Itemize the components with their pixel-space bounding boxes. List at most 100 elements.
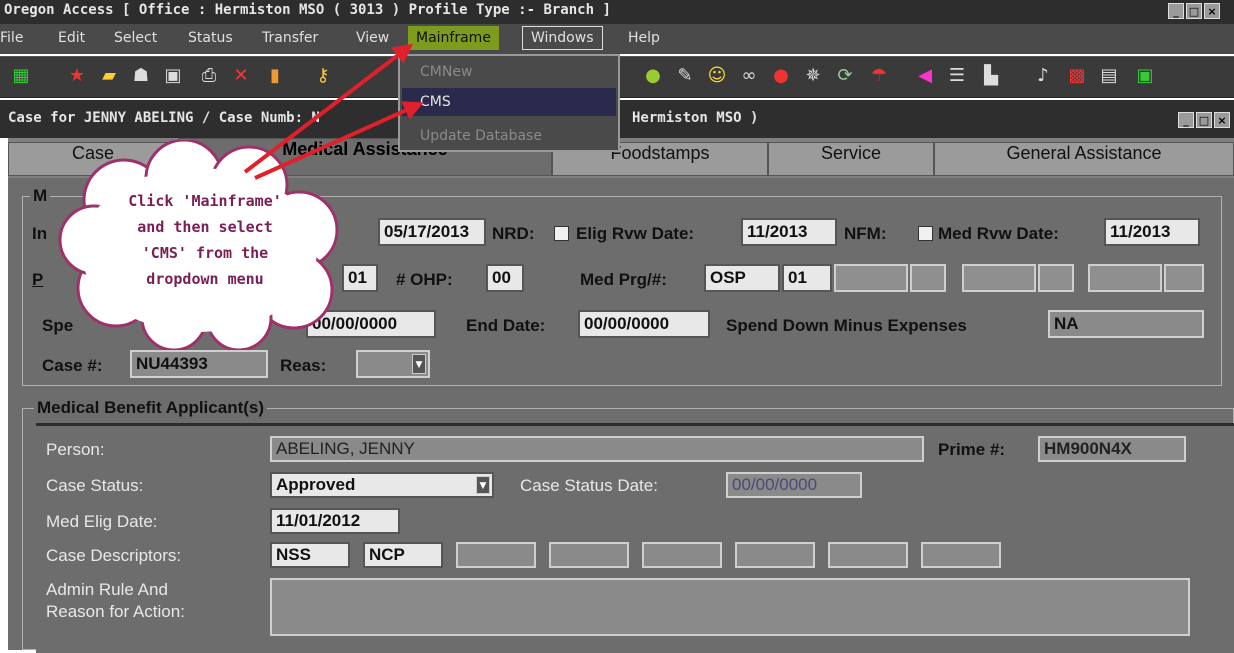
print-icon[interactable]: ⎙	[196, 63, 222, 89]
med-prg-extra-field[interactable]	[962, 264, 1036, 292]
med-elig-date-field[interactable]: 11/01/2012	[270, 508, 400, 534]
spend-minus-field[interactable]: NA	[1048, 310, 1204, 338]
reas-select[interactable]: ▼	[356, 350, 430, 378]
close-button[interactable]: ×	[1204, 3, 1220, 19]
med-prg-number-field[interactable]: 01	[782, 264, 832, 292]
case-descriptor-field[interactable]	[456, 542, 536, 568]
umbrella-icon[interactable]: ☂	[866, 63, 892, 89]
money-bag-icon[interactable]: ●	[640, 63, 666, 89]
annotation-line: Click 'Mainframe'	[128, 192, 282, 210]
handshake-icon[interactable]: ∞	[736, 63, 762, 89]
menu-file[interactable]: File	[0, 30, 23, 46]
list-icon[interactable]: ☰	[944, 63, 970, 89]
chart-icon[interactable]: ▙	[978, 63, 1004, 89]
elig-rvw-date-label: Elig Rvw Date:	[576, 224, 695, 243]
maximize-button[interactable]: □	[1186, 3, 1202, 19]
smiley-icon[interactable]: ☺	[704, 63, 730, 89]
case-number-label: Case #:	[42, 356, 103, 375]
mainframe-dropdown: CMNew CMS Update Database	[398, 54, 620, 152]
speaker-icon[interactable]: ♪	[1030, 63, 1056, 89]
case-descriptor-field[interactable]: NSS	[270, 542, 350, 568]
case-status-date-field[interactable]: 00/00/0000	[726, 472, 862, 498]
med-prg-label: Med Prg/#:	[580, 270, 667, 289]
tab-general-assistance[interactable]: General Assistance	[934, 142, 1234, 176]
medical-group-title: M	[30, 186, 51, 206]
elig-rvw-date-field[interactable]: 11/2013	[741, 218, 837, 246]
sparkle-icon[interactable]: ✵	[800, 63, 826, 89]
p-field[interactable]: 01	[342, 264, 378, 292]
minimize-button[interactable]: _	[1168, 3, 1184, 19]
menu-option-cmnew[interactable]: CMNew	[420, 64, 472, 80]
spend-minus-label: Spend Down Minus Expenses	[726, 316, 967, 335]
nrd-checkbox[interactable]	[554, 226, 569, 241]
run-icon[interactable]: ★	[64, 63, 90, 89]
terminal-icon[interactable]: ▣	[1132, 63, 1158, 89]
annotation-text: Click 'Mainframe' and then select 'CMS' …	[100, 188, 310, 292]
open-folder-icon[interactable]: ▰	[96, 63, 122, 89]
ohp-field[interactable]: 00	[486, 264, 524, 292]
case-minimize-button[interactable]: _	[1178, 112, 1194, 128]
case-descriptor-field[interactable]	[828, 542, 908, 568]
init-date-field[interactable]: 05/17/2013	[378, 218, 486, 246]
person-field[interactable]: ABELING, JENNY	[270, 436, 924, 462]
end-date-field[interactable]: 00/00/0000	[578, 310, 710, 338]
case-descriptor-field[interactable]	[642, 542, 722, 568]
menu-option-cms[interactable]: CMS	[420, 94, 451, 110]
app-title-bar: Oregon Access [ Office : Hermiston MSO (…	[0, 0, 1234, 24]
case-descriptor-field[interactable]	[735, 542, 815, 568]
pencil-icon[interactable]: ✎	[672, 63, 698, 89]
med-rvw-date-field[interactable]: 11/2013	[1104, 218, 1200, 246]
calculator-icon[interactable]: ▦	[8, 63, 34, 89]
tab-service[interactable]: Service	[768, 142, 934, 176]
case-maximize-button[interactable]: □	[1196, 112, 1212, 128]
case-status-select[interactable]: Approved	[270, 472, 494, 498]
document-icon[interactable]: ▤	[1096, 63, 1122, 89]
menu-view[interactable]: View	[356, 30, 389, 46]
med-prg-extra-field[interactable]	[1038, 264, 1074, 292]
case-descriptor-field[interactable]: NCP	[363, 542, 443, 568]
key-icon[interactable]: ⚷	[310, 63, 336, 89]
grid-icon[interactable]: ▩	[1064, 63, 1090, 89]
prime-field[interactable]: HM900N4X	[1038, 436, 1186, 462]
menu-edit[interactable]: Edit	[58, 30, 85, 46]
case-descriptor-field[interactable]	[921, 542, 1001, 568]
med-prg-extra-field[interactable]	[1088, 264, 1162, 292]
nfm-label: NFM:	[844, 224, 887, 243]
menu-transfer[interactable]: Transfer	[262, 30, 318, 46]
case-close-button[interactable]: ×	[1214, 112, 1230, 128]
nfm-checkbox[interactable]	[918, 226, 933, 241]
menu-windows[interactable]: Windows	[522, 26, 603, 50]
case-descriptor-field[interactable]	[549, 542, 629, 568]
exit-door-icon[interactable]: ▮	[262, 63, 288, 89]
menu-option-update-database[interactable]: Update Database	[420, 128, 542, 144]
end-date-label: End Date:	[466, 316, 546, 335]
case-status-dropdown-arrow-icon[interactable]: ▼	[476, 476, 490, 494]
case-status-date-label: Case Status Date:	[520, 476, 658, 495]
menu-help[interactable]: Help	[628, 30, 660, 46]
init-date-label: In	[32, 224, 48, 243]
med-prg-extra-field[interactable]	[910, 264, 946, 292]
menu-mainframe[interactable]: Mainframe	[408, 26, 499, 50]
med-prg-extra-field[interactable]	[834, 264, 908, 292]
menu-bar: File Edit Select Status Transfer View Ma…	[0, 24, 1234, 54]
med-rvw-date-label: Med Rvw Date:	[938, 224, 1059, 243]
refresh-icon[interactable]: ⟳	[832, 63, 858, 89]
menu-select[interactable]: Select	[114, 30, 157, 46]
save-icon[interactable]: ▣	[160, 63, 186, 89]
people-icon[interactable]: ☗	[128, 63, 154, 89]
arrow-left-icon[interactable]: ◀	[912, 63, 938, 89]
annotation-line: 'CMS' from the	[141, 244, 269, 262]
annotation-line: dropdown menu	[146, 270, 264, 288]
apple-icon[interactable]: ●	[768, 63, 794, 89]
case-number-field[interactable]: NU44393	[130, 350, 268, 378]
med-prg-field[interactable]: OSP	[704, 264, 780, 292]
admin-rule-reason-field[interactable]	[270, 578, 1190, 636]
case-descriptors-label: Case Descriptors:	[46, 546, 182, 565]
delete-icon[interactable]: ✕	[228, 63, 254, 89]
reason-for-action-label: Reason for Action:	[46, 602, 185, 621]
admin-rule-label: Admin Rule And	[46, 580, 168, 599]
case-window-title: Case for JENNY ABELING / Case Numb: N	[8, 110, 320, 126]
menu-status[interactable]: Status	[188, 30, 233, 46]
reas-dropdown-arrow-icon[interactable]: ▼	[412, 354, 426, 374]
med-prg-extra-field[interactable]	[1164, 264, 1204, 292]
